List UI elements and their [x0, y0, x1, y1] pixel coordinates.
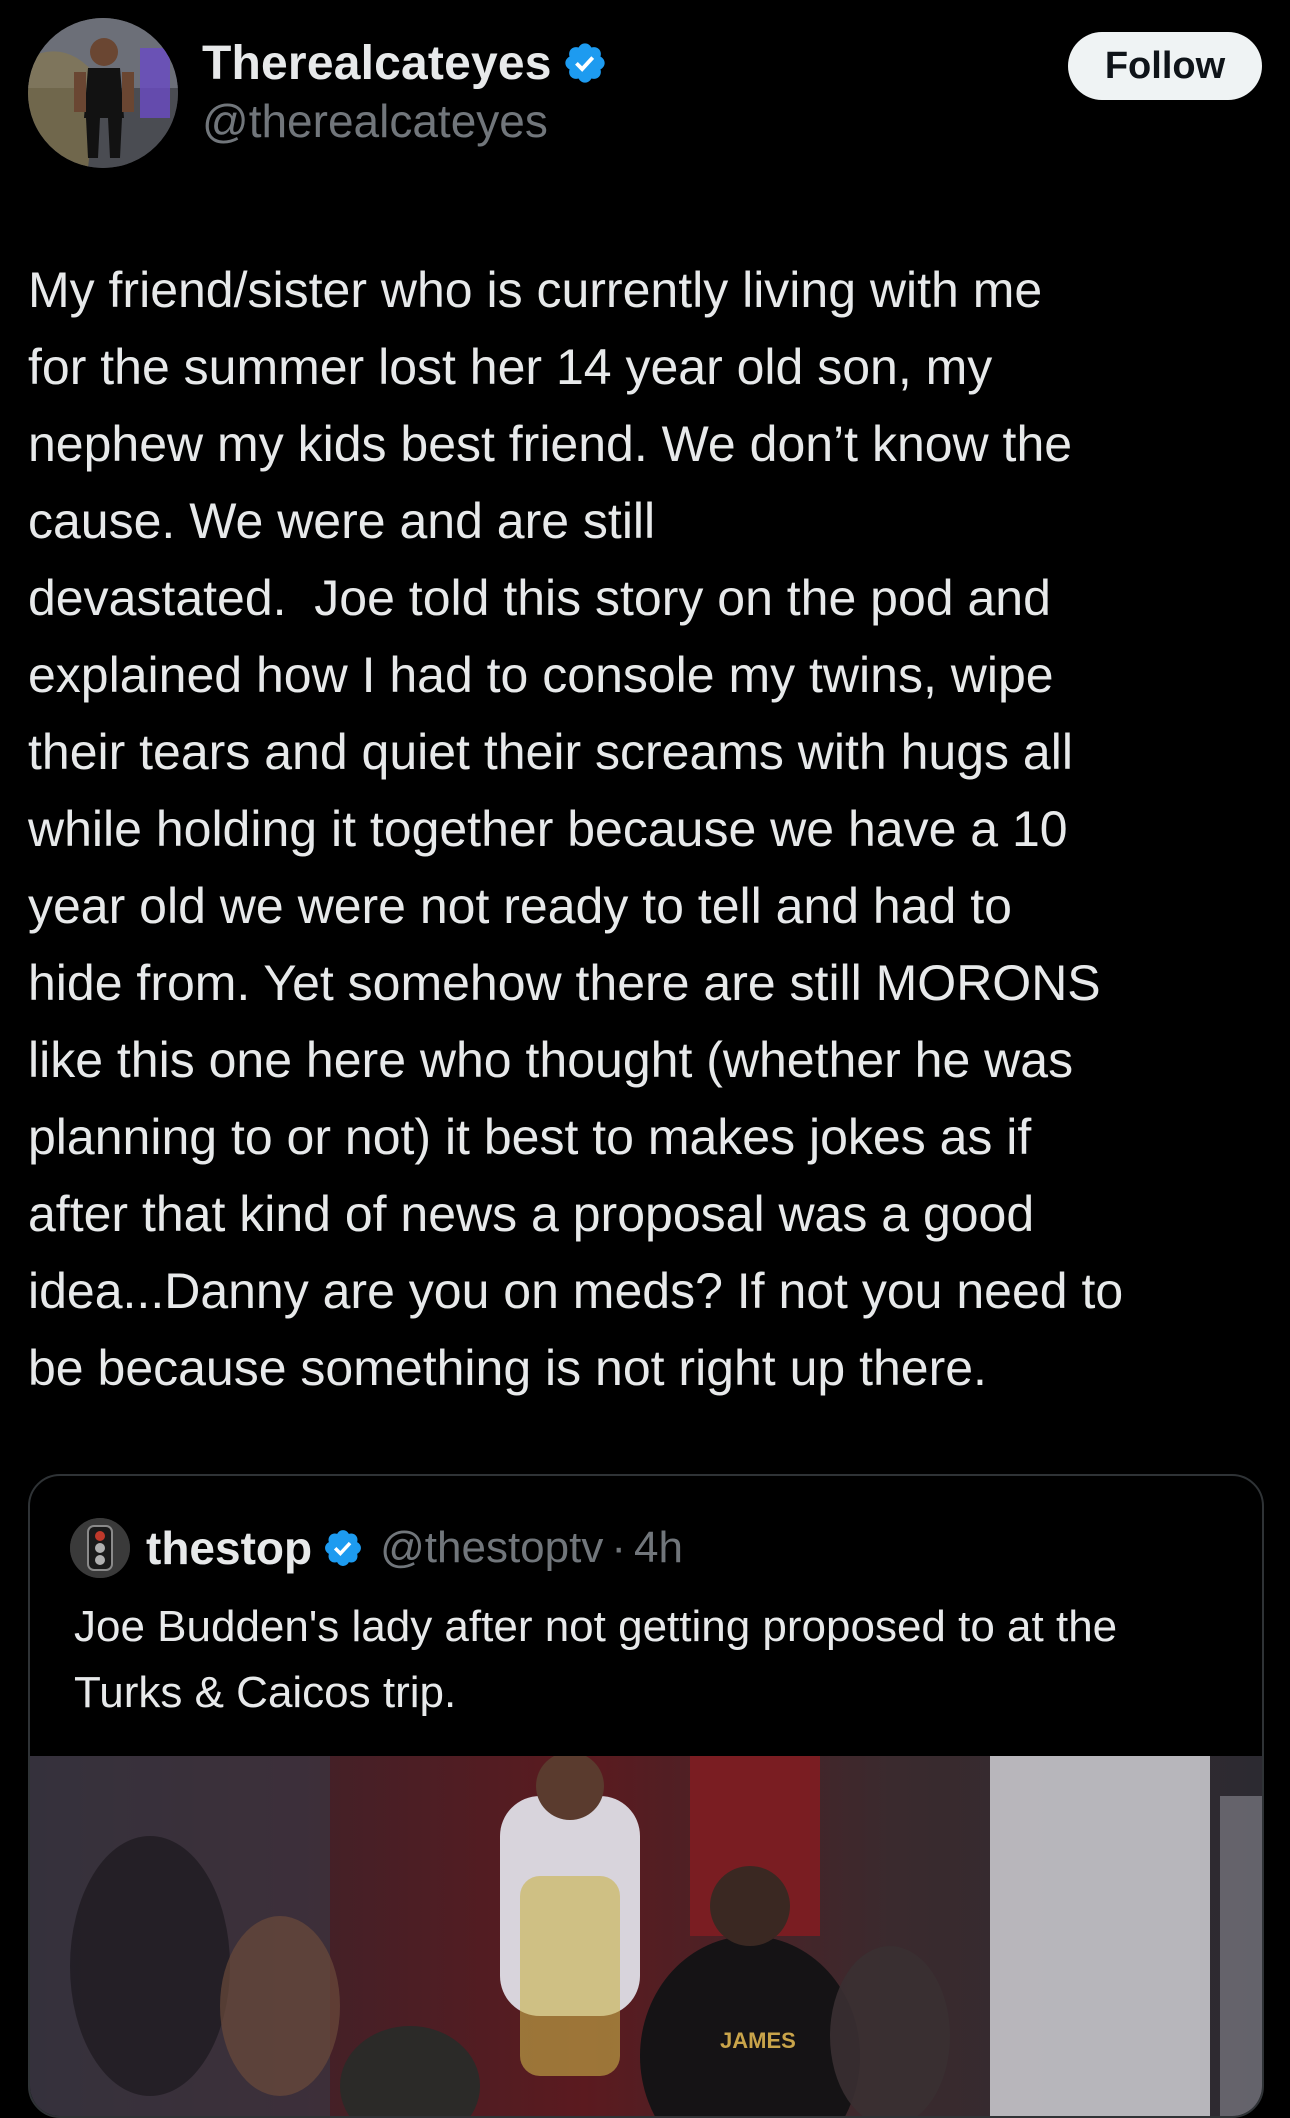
- quoted-verified-badge-icon: [325, 1530, 362, 1566]
- jersey-text: JAMES: [720, 2028, 796, 2053]
- traffic-light-logo-icon: [70, 1518, 130, 1578]
- quoted-author-avatar[interactable]: [70, 1518, 130, 1578]
- tweet-text: My friend/sister who is currently living…: [28, 262, 1124, 1396]
- quoted-tweet-text: Joe Budden's lady after not getting prop…: [74, 1602, 1118, 1717]
- quoted-author-handle[interactable]: @thestoptv: [380, 1523, 603, 1573]
- display-name-row: Therealcateyes: [202, 32, 608, 94]
- author-handle[interactable]: @therealcateyes: [202, 94, 608, 148]
- author-avatar-image: [28, 18, 178, 168]
- author-display-name[interactable]: Therealcateyes: [202, 36, 552, 91]
- author-avatar[interactable]: [28, 18, 178, 168]
- quoted-author-name[interactable]: thestop: [146, 1521, 312, 1575]
- quoted-tweet-header: thestop @thestoptv · 4h: [70, 1518, 683, 1578]
- basketball-game-video-frame: JAMES: [30, 1756, 1262, 2116]
- tweet-header: Therealcateyes @therealcateyes Follow: [28, 18, 1262, 168]
- quoted-tweet-card[interactable]: thestop @thestoptv · 4h Joe Budden's lad…: [28, 1474, 1264, 2118]
- separator-dot: ·: [611, 1523, 626, 1572]
- author-name-block: Therealcateyes @therealcateyes: [202, 32, 608, 148]
- follow-button[interactable]: Follow: [1068, 32, 1262, 100]
- verified-badge-icon: [565, 43, 605, 83]
- quoted-tweet-time[interactable]: 4h: [634, 1523, 683, 1573]
- quoted-tweet-media[interactable]: JAMES: [30, 1756, 1262, 2116]
